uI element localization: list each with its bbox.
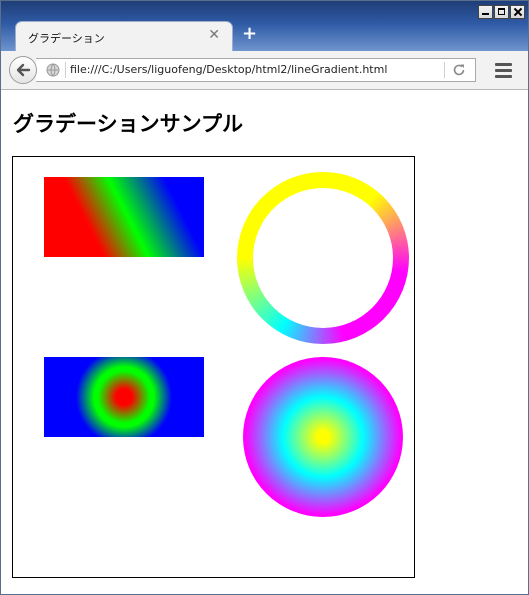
page-title: グラデーションサンプル [13, 112, 243, 136]
browser-window: グラデーション ✕ + file:///C:/Users/liguofeng/D… [0, 0, 529, 595]
maximize-button[interactable] [494, 5, 509, 19]
gradient-canvas [12, 156, 415, 578]
ring-inner-hole [253, 188, 393, 328]
window-controls [478, 5, 525, 19]
tab-title: グラデーション [28, 32, 105, 45]
close-icon[interactable]: ✕ [208, 28, 220, 42]
back-button[interactable] [9, 56, 37, 84]
back-arrow-icon [16, 63, 31, 77]
reload-icon[interactable] [452, 63, 466, 77]
radial-gradient-circle [243, 357, 403, 517]
title-bar: グラデーション ✕ + [1, 1, 528, 51]
close-window-button[interactable] [510, 5, 525, 19]
plus-icon[interactable]: + [242, 25, 257, 43]
page-content: グラデーションサンプル [1, 90, 528, 594]
minimize-button[interactable] [478, 5, 493, 19]
reload-divider [444, 62, 445, 78]
linear-gradient-rectangle [44, 177, 204, 257]
navigation-bar: file:///C:/Users/liguofeng/Desktop/html2… [1, 51, 528, 90]
radial-gradient-rectangle [44, 357, 204, 437]
url-text[interactable]: file:///C:/Users/liguofeng/Desktop/html2… [70, 63, 387, 76]
globe-icon [46, 63, 60, 77]
browser-tab[interactable]: グラデーション ✕ [15, 21, 233, 51]
hamburger-menu-icon[interactable] [495, 63, 512, 81]
url-bar[interactable]: file:///C:/Users/liguofeng/Desktop/html2… [36, 58, 476, 82]
url-divider [65, 62, 66, 78]
